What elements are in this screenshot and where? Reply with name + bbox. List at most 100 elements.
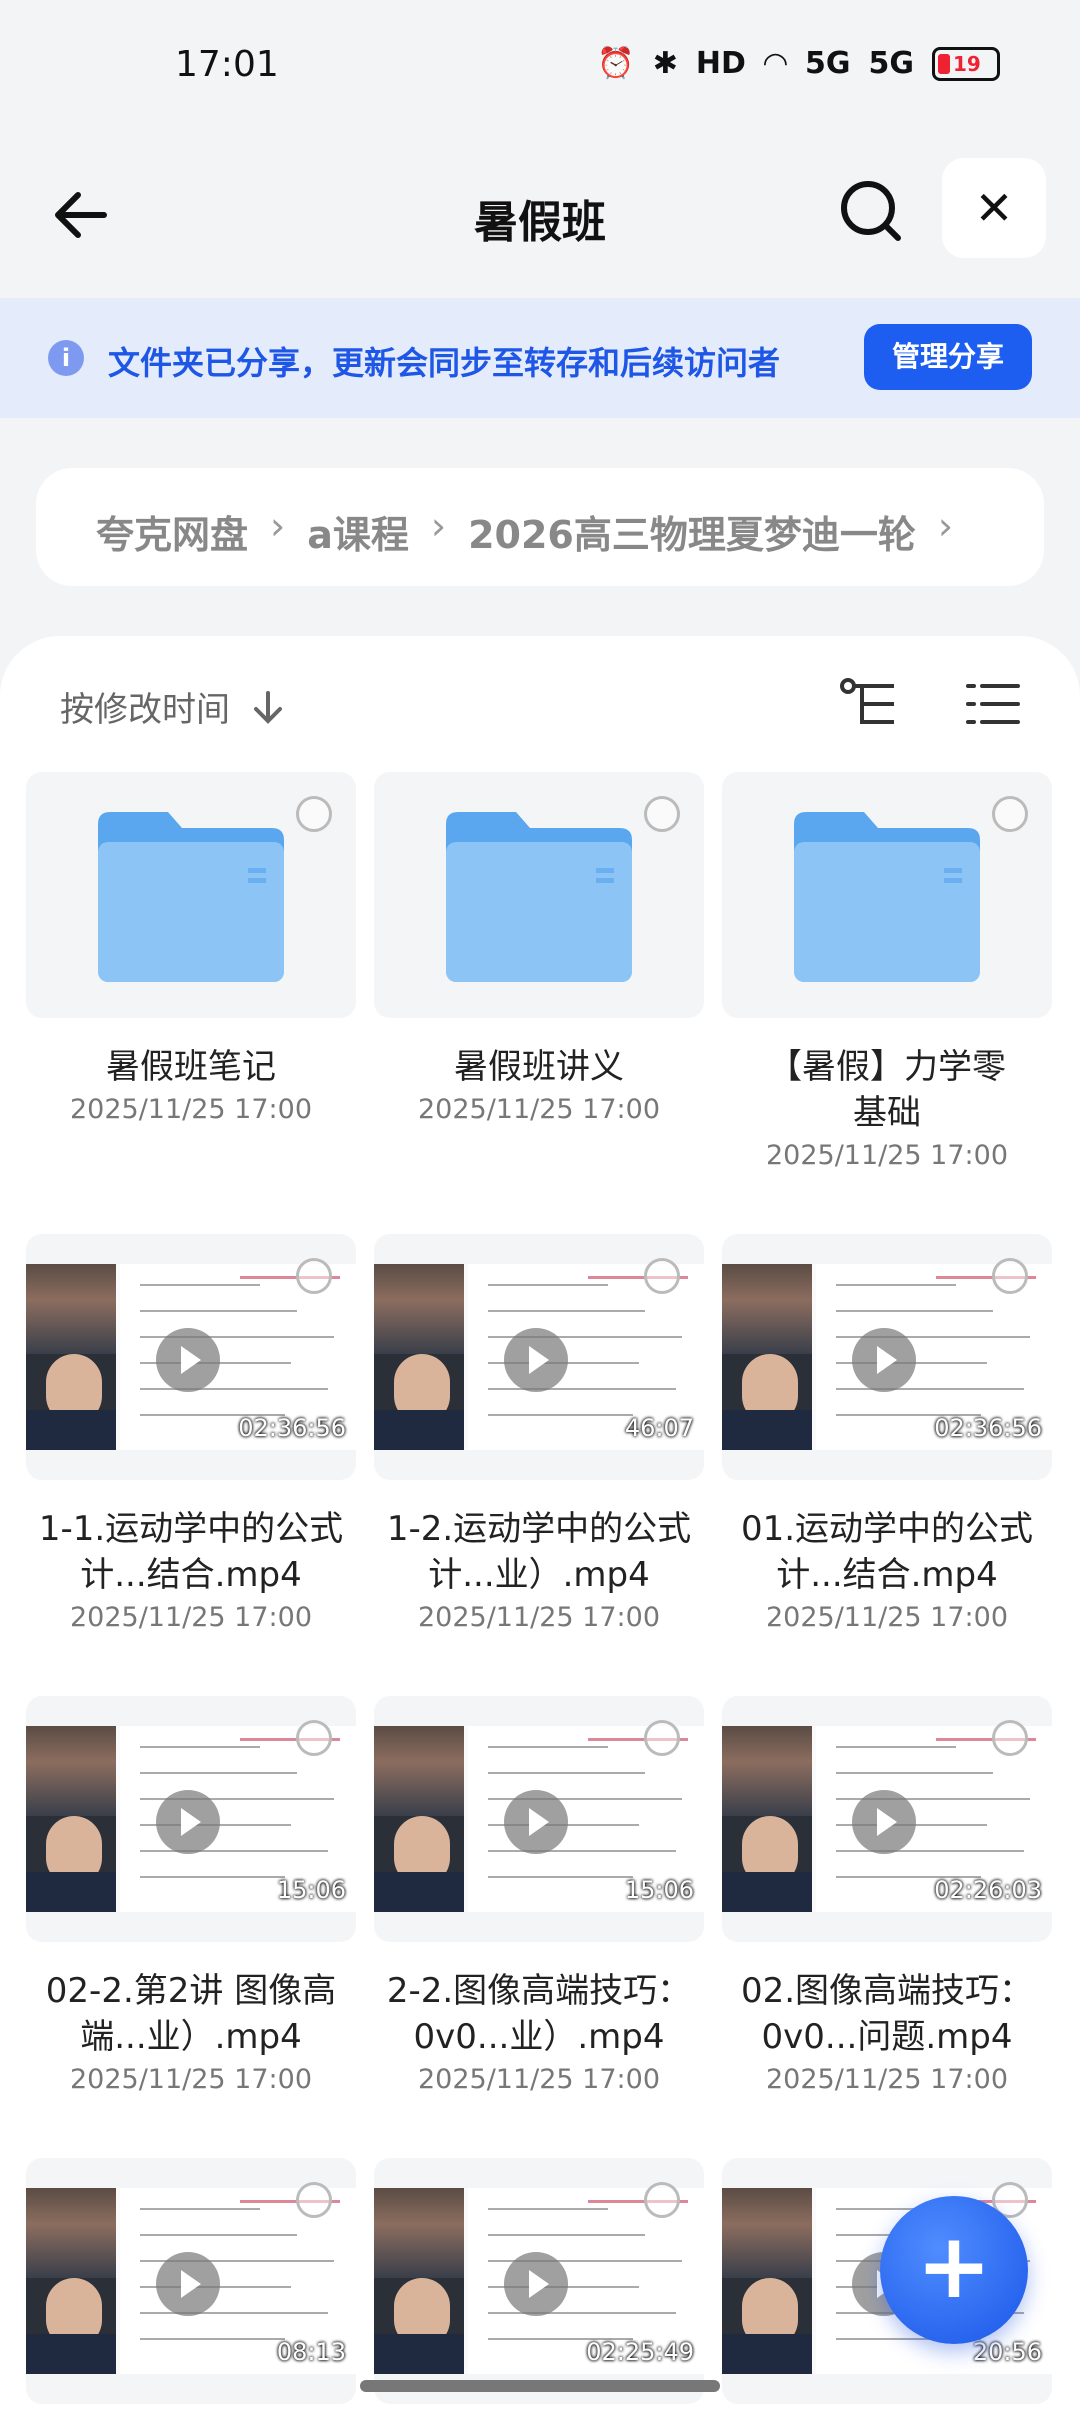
- sort-button[interactable]: 按修改时间: [60, 682, 284, 731]
- folder-icon: [446, 812, 632, 982]
- bluetooth-icon: ✱: [652, 46, 678, 81]
- file-name: 1-2.运动学中的公式计...业）.mp4: [386, 1509, 692, 1595]
- video-duration: 02:25:49: [586, 2338, 694, 2366]
- file-name: 【暑假】力学零基础: [768, 1047, 1006, 1133]
- share-banner: i 文件夹已分享，更新会同步至转存和后续访问者 管理分享: [0, 298, 1080, 418]
- file-date: 2025/11/25 17:00: [765, 2064, 1008, 2095]
- file-name: 02.图像高端技巧：0v0...问题.mp4: [740, 1971, 1034, 2057]
- video-duration: 02:26:03: [934, 1876, 1042, 1904]
- file-name: 01.运动学中的公式计...结合.mp4: [740, 1509, 1034, 1595]
- video-duration: 15:06: [624, 1876, 694, 1904]
- home-indicator: [360, 2380, 720, 2392]
- file-panel: 按修改时间 暑假班笔记 2025/11/25 17:00 暑假班讲义 2025/…: [0, 636, 1080, 2412]
- file-item[interactable]: 02:26:03 02.图像高端技巧：0v0...问题.mp4 2025/11/25…: [722, 1696, 1052, 2095]
- video-thumbnail: 02:36:56: [26, 1234, 356, 1480]
- app-header: 暑假班: [0, 150, 1080, 280]
- file-date: 2025/11/25 17:00: [69, 1094, 312, 1125]
- select-radio[interactable]: [644, 1720, 680, 1756]
- play-icon: [504, 2252, 568, 2316]
- select-radio[interactable]: [296, 1258, 332, 1294]
- file-name: 2-2.图像高端技巧：0v0...业）.mp4: [386, 1971, 692, 2057]
- folder-thumbnail: [374, 772, 704, 1018]
- list-view-icon[interactable]: [964, 676, 1020, 732]
- arrow-down-icon: [254, 690, 282, 724]
- file-name: 1-1.运动学中的公式计...结合.mp4: [38, 1509, 344, 1595]
- chevron-right-icon: ›: [937, 504, 954, 548]
- manage-share-button[interactable]: 管理分享: [864, 324, 1032, 390]
- video-duration: 08:13: [276, 2338, 346, 2366]
- file-date: 2025/11/25 17:00: [765, 1602, 1008, 1633]
- video-thumbnail: 15:06: [374, 1696, 704, 1942]
- file-date: 2025/11/25 17:00: [417, 2064, 660, 2095]
- file-item[interactable]: 【暑假】力学零基础 2025/11/25 17:00: [722, 772, 1052, 1171]
- breadcrumb: 夸克网盘 › a课程 › 2026高三物理夏梦迪一轮 ›: [36, 468, 1044, 586]
- file-name: 暑假班讲义: [454, 1047, 624, 1087]
- search-icon[interactable]: [836, 176, 906, 246]
- battery-level: 19: [953, 51, 981, 76]
- breadcrumb-item[interactable]: 2026高三物理夏梦迪一轮: [468, 504, 916, 559]
- file-date: 2025/11/25 17:00: [765, 1140, 1008, 1171]
- wifi-icon: ◠: [763, 46, 787, 81]
- file-item[interactable]: 15:06 02-2.第2讲 图像高端...业）.mp4 2025/11/25 17…: [26, 1696, 356, 2095]
- tree-view-icon[interactable]: [838, 676, 898, 732]
- chevron-right-icon: ›: [430, 504, 447, 548]
- file-item[interactable]: 暑假班讲义 2025/11/25 17:00: [374, 772, 704, 1125]
- breadcrumb-item[interactable]: 夸克网盘: [96, 504, 248, 559]
- select-radio[interactable]: [296, 2182, 332, 2218]
- video-thumbnail: 15:06: [26, 1696, 356, 1942]
- video-thumbnail: 46:07: [374, 1234, 704, 1480]
- play-icon: [504, 1790, 568, 1854]
- status-bar: 17:01 ⏰ ✱ HD ◠ 5G 5G 19: [0, 0, 1080, 140]
- video-thumbnail: 02:25:49: [374, 2158, 704, 2404]
- file-item[interactable]: 08:13: [26, 2158, 356, 2404]
- select-radio[interactable]: [644, 2182, 680, 2218]
- add-button[interactable]: +: [880, 2196, 1028, 2344]
- alarm-icon: ⏰: [597, 46, 635, 81]
- file-item[interactable]: 02:36:56 01.运动学中的公式计...结合.mp4 2025/11/25 1…: [722, 1234, 1052, 1633]
- close-icon: ✕: [974, 181, 1014, 235]
- file-date: 2025/11/25 17:00: [417, 1094, 660, 1125]
- select-radio[interactable]: [992, 796, 1028, 832]
- breadcrumb-item[interactable]: a课程: [307, 504, 409, 559]
- folder-icon: [98, 812, 284, 982]
- play-icon: [852, 1790, 916, 1854]
- share-banner-text: 文件夹已分享，更新会同步至转存和后续访问者: [108, 344, 781, 382]
- select-radio[interactable]: [992, 1720, 1028, 1756]
- play-icon: [156, 2252, 220, 2316]
- folder-icon: [794, 812, 980, 982]
- video-thumbnail: 02:26:03: [722, 1696, 1052, 1942]
- video-duration: 15:06: [276, 1876, 346, 1904]
- battery-icon: 19: [932, 46, 1000, 81]
- info-icon: i: [48, 340, 84, 376]
- chevron-right-icon: ›: [270, 504, 286, 548]
- folder-thumbnail: [26, 772, 356, 1018]
- file-name: 暑假班笔记: [106, 1047, 276, 1087]
- select-radio[interactable]: [296, 1720, 332, 1756]
- file-item[interactable]: 15:06 2-2.图像高端技巧：0v0...业）.mp4 2025/11/25 1…: [374, 1696, 704, 2095]
- status-time: 17:01: [175, 44, 279, 85]
- select-radio[interactable]: [644, 796, 680, 832]
- signal-icon: 5G: [868, 46, 915, 81]
- play-icon: [156, 1328, 220, 1392]
- sort-label: 按修改时间: [60, 690, 230, 730]
- file-date: 2025/11/25 17:00: [417, 1602, 660, 1633]
- hd-icon: HD: [695, 46, 746, 81]
- video-thumbnail: 08:13: [26, 2158, 356, 2404]
- close-button[interactable]: ✕: [942, 158, 1046, 258]
- select-radio[interactable]: [644, 1258, 680, 1294]
- plus-icon: +: [916, 2214, 992, 2319]
- file-item[interactable]: 02:36:56 1-1.运动学中的公式计...结合.mp4 2025/11/25 …: [26, 1234, 356, 1633]
- file-name: 02-2.第2讲 图像高端...业）.mp4: [45, 1971, 337, 2057]
- signal-icon: 5G: [805, 46, 851, 81]
- video-thumbnail: 02:36:56: [722, 1234, 1052, 1480]
- play-icon: [852, 1328, 916, 1392]
- select-radio[interactable]: [296, 796, 332, 832]
- file-item[interactable]: 46:07 1-2.运动学中的公式计...业）.mp4 2025/11/25 17:…: [374, 1234, 704, 1633]
- video-duration: 46:07: [624, 1414, 694, 1442]
- file-item[interactable]: 暑假班笔记 2025/11/25 17:00: [26, 772, 356, 1125]
- select-radio[interactable]: [992, 1258, 1028, 1294]
- play-icon: [156, 1790, 220, 1854]
- file-item[interactable]: 02:25:49: [374, 2158, 704, 2404]
- page-title: 暑假班: [474, 197, 606, 248]
- folder-thumbnail: [722, 772, 1052, 1018]
